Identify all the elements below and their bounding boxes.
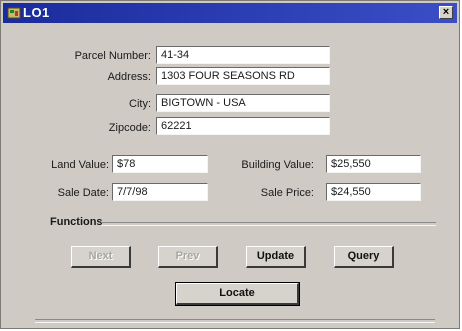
close-button[interactable]: × (439, 6, 453, 19)
sale-date-label: Sale Date: (57, 187, 109, 199)
land-value-field[interactable]: $78 (112, 155, 208, 173)
app-icon (7, 7, 21, 19)
locate-button[interactable]: Locate (175, 282, 300, 306)
lo1-dialog-window: LO1 × Parcel Number: 41-34 Address: 1303… (0, 0, 460, 329)
window-title: LO1 (23, 5, 50, 20)
land-value-label: Land Value: (51, 159, 109, 171)
city-label: City: (129, 98, 151, 110)
sale-date-field[interactable]: 7/7/98 (112, 183, 208, 201)
next-button[interactable]: Next (71, 246, 131, 268)
building-value-label: Building Value: (241, 159, 314, 171)
parcel-number-label: Parcel Number: (74, 50, 151, 62)
address-label: Address: (107, 71, 151, 83)
functions-divider (101, 222, 436, 226)
zipcode-label: Zipcode: (108, 122, 151, 134)
address-field[interactable]: 1303 FOUR SEASONS RD (156, 67, 330, 85)
close-icon: × (442, 6, 450, 18)
query-button[interactable]: Query (334, 246, 394, 268)
functions-group-label: Functions (50, 216, 103, 228)
parcel-number-field[interactable]: 41-34 (156, 46, 330, 64)
sale-price-field[interactable]: $24,550 (326, 183, 421, 201)
title-bar[interactable]: LO1 × (3, 3, 457, 23)
update-button[interactable]: Update (246, 246, 306, 268)
zipcode-field[interactable]: 62221 (156, 117, 330, 135)
sale-price-label: Sale Price: (260, 187, 314, 199)
bottom-divider (35, 319, 435, 323)
city-field[interactable]: BIGTOWN - USA (156, 94, 330, 112)
prev-button[interactable]: Prev (158, 246, 218, 268)
building-value-field[interactable]: $25,550 (326, 155, 421, 173)
